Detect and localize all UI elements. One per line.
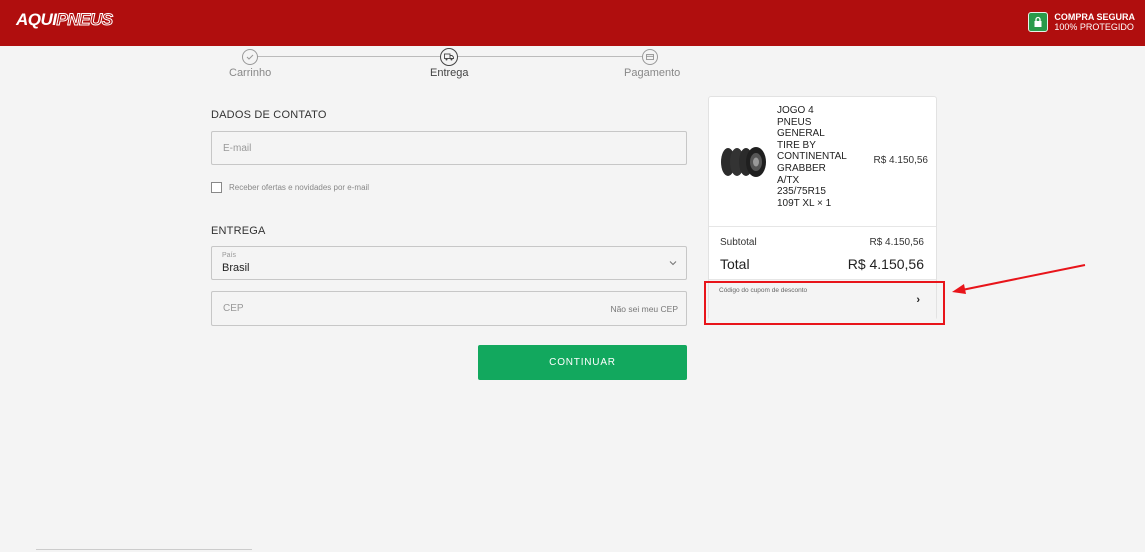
country-select[interactable] <box>211 246 687 280</box>
step-connector <box>457 56 643 57</box>
secure-purchase-badge: COMPRA SEGURA 100% PROTEGIDO <box>1028 12 1135 32</box>
product-name: JOGO 4 PNEUS GENERAL TIRE BY CONTINENTAL… <box>777 105 847 209</box>
cep-field[interactable]: CEP Não sei meu CEP <box>211 291 687 326</box>
delivery-section-title: ENTREGA <box>211 225 266 237</box>
lock-shield-icon <box>1028 12 1049 32</box>
subtotal-label: Subtotal <box>720 237 757 248</box>
secure-line-2: 100% PROTEGIDO <box>1054 22 1134 32</box>
step-label-carrinho[interactable]: Carrinho <box>229 67 271 79</box>
email-placeholder: E-mail <box>223 143 252 154</box>
subtotal-value: R$ 4.150,56 <box>869 237 925 248</box>
product-price: R$ 4.150,56 <box>873 155 929 166</box>
cep-placeholder: CEP <box>223 303 244 314</box>
newsletter-checkbox[interactable] <box>211 182 222 193</box>
secure-line-1: COMPRA SEGURA <box>1054 12 1135 22</box>
newsletter-option[interactable]: Receber ofertas e novidades por e-mail <box>211 182 369 193</box>
chevron-down-icon <box>669 261 677 266</box>
top-header: AQUIPNEUS COMPRA SEGURA 100% PROTEGIDO <box>0 0 1145 46</box>
email-field[interactable]: E-mail <box>211 131 687 165</box>
bottom-divider <box>36 549 252 550</box>
step-label-pagamento: Pagamento <box>624 67 681 79</box>
continue-button[interactable]: CONTINUAR <box>478 345 687 380</box>
logo-text-aqui: AQUI <box>16 10 57 29</box>
total-label: Total <box>720 256 750 272</box>
check-icon[interactable] <box>242 49 258 65</box>
total-value: R$ 4.150,56 <box>847 256 924 272</box>
truck-icon <box>440 48 458 66</box>
card-icon <box>642 49 658 65</box>
country-value: Brasil <box>222 262 250 274</box>
annotation-arrow-icon <box>952 264 1086 294</box>
summary-divider <box>709 226 936 227</box>
cep-help-link[interactable]: Não sei meu CEP <box>610 304 678 314</box>
tire-product-image <box>721 147 766 177</box>
checkout-steps: Carrinho Entrega Pagamento <box>208 48 684 80</box>
country-label: País <box>222 252 237 259</box>
contact-section-title: DADOS DE CONTATO <box>211 109 327 121</box>
step-connector <box>256 56 440 57</box>
logo-text-pneus: PNEUS <box>56 10 114 30</box>
aquipneus-logo[interactable]: AQUIPNEUS <box>16 9 114 31</box>
coupon-highlight-annotation <box>704 281 945 325</box>
newsletter-label: Receber ofertas e novidades por e-mail <box>229 183 370 192</box>
step-label-entrega: Entrega <box>430 67 469 79</box>
